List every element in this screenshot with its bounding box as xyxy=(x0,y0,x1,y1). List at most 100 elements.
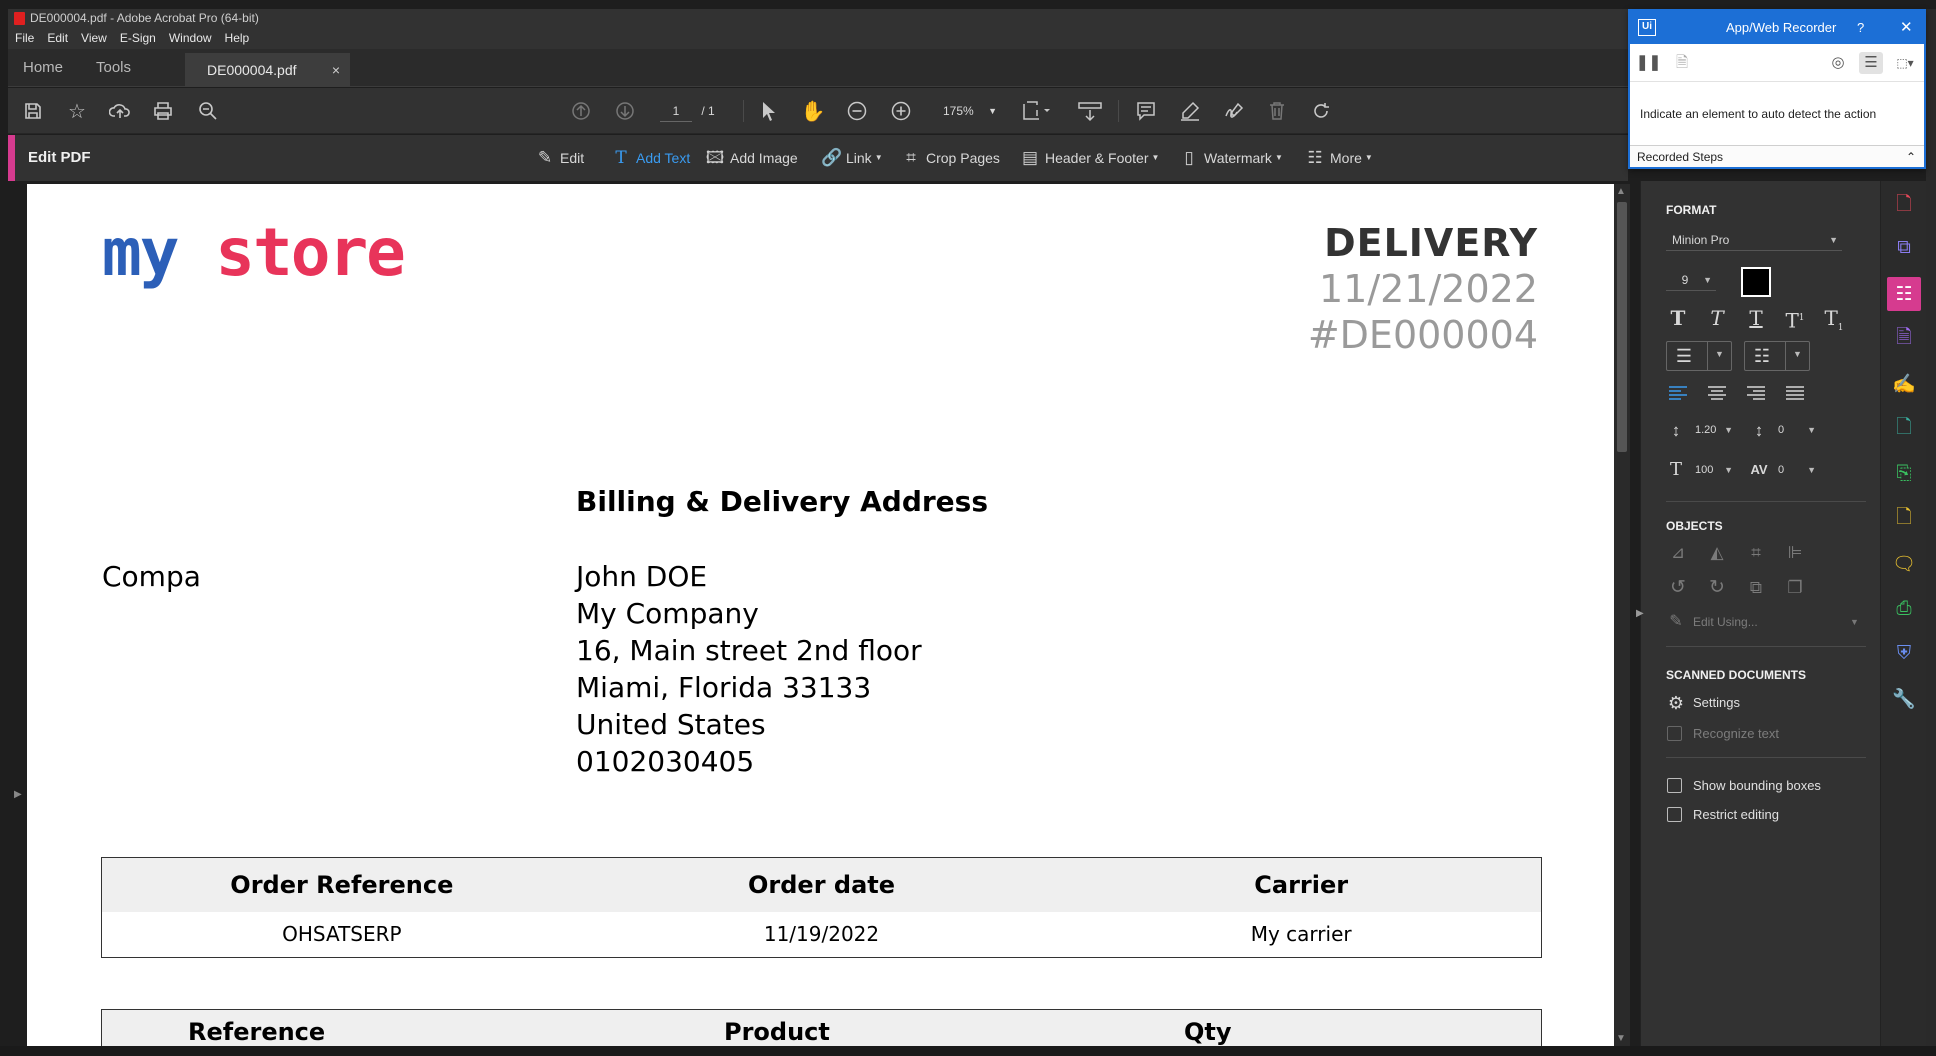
tab-home[interactable]: Home xyxy=(23,49,63,87)
watermark-button[interactable]: ▯ Watermark ▼ xyxy=(1179,135,1283,181)
font-family-select[interactable]: Minion Pro ▼ xyxy=(1666,229,1842,251)
menu-view[interactable]: View xyxy=(81,28,107,49)
show-bounding-boxes-checkbox[interactable] xyxy=(1667,778,1682,793)
pause-icon[interactable]: ❚❚ xyxy=(1636,52,1661,74)
gear-icon[interactable]: ⚙ xyxy=(1663,690,1689,716)
save-icon[interactable] xyxy=(20,98,46,124)
steps-list-icon[interactable]: ☰ xyxy=(1859,52,1883,74)
align-center-icon[interactable] xyxy=(1704,381,1730,407)
bookmark-star-icon[interactable]: ☆ xyxy=(64,98,90,124)
scroll-down-icon[interactable]: ▼ xyxy=(1616,1033,1626,1044)
underline-text-icon[interactable]: T xyxy=(1743,305,1769,331)
numbered-list-control[interactable]: ☷ ▼ xyxy=(1744,341,1810,371)
send-for-comments-icon[interactable]: 🗋 xyxy=(1887,502,1921,536)
zoom-search-icon[interactable] xyxy=(195,98,221,124)
menu-help[interactable]: Help xyxy=(225,28,250,49)
save-steps-icon[interactable]: 🗎 xyxy=(1670,52,1694,74)
paragraph-spacing-select[interactable]: 0 ▼ xyxy=(1772,419,1820,441)
superscript-icon[interactable]: T1 xyxy=(1782,305,1808,334)
pdf-page[interactable]: my store DELIVERY 11/21/2022 #DE000004 B… xyxy=(27,184,1614,1054)
collapse-panel-icon[interactable]: ▶ xyxy=(1636,608,1644,619)
export-pdf-icon[interactable]: ⎘ xyxy=(1887,457,1921,491)
organize-pages-icon[interactable]: 🗎 xyxy=(1887,322,1921,356)
more-tools-icon[interactable]: 🔧 xyxy=(1887,682,1921,716)
flip-horizontal-icon[interactable]: ◭ xyxy=(1704,540,1730,566)
italic-text-icon[interactable]: T xyxy=(1704,305,1730,331)
edit-using-select[interactable]: Edit Using... xyxy=(1693,615,1758,629)
text-color-swatch[interactable] xyxy=(1741,267,1771,297)
line-spacing-select[interactable]: 1.20 ▼ xyxy=(1689,419,1737,441)
bullet-list-control[interactable]: ☰ ▼ xyxy=(1666,341,1732,371)
crop-pages-button[interactable]: ⌗ Crop Pages xyxy=(901,135,1000,181)
document-scrollbar[interactable]: ▲ ▼ xyxy=(1614,184,1630,1046)
edit-pdf-icon[interactable]: ☷ xyxy=(1887,277,1921,311)
highlight-pen-icon[interactable] xyxy=(1177,98,1203,124)
rotate-right-icon[interactable]: ↻ xyxy=(1704,575,1730,601)
sign-pen-icon[interactable] xyxy=(1221,98,1247,124)
menu-file[interactable]: File xyxy=(15,28,34,49)
scrollbar-thumb[interactable] xyxy=(1617,202,1627,452)
recording-options-icon[interactable]: ⬚▾ xyxy=(1890,52,1920,74)
menu-window[interactable]: Window xyxy=(169,28,212,49)
comment-icon[interactable] xyxy=(1133,98,1159,124)
tab-document[interactable]: DE000004.pdf × xyxy=(185,53,350,87)
create-pdf-icon[interactable]: 🗋 xyxy=(1887,189,1921,223)
combine-files-icon[interactable]: ⧉ xyxy=(1887,231,1921,265)
align-left-icon[interactable] xyxy=(1665,381,1691,407)
more-button[interactable]: ☷ More ▼ xyxy=(1305,135,1372,181)
rotate-left-icon[interactable]: ↺ xyxy=(1665,575,1691,601)
cloud-upload-icon[interactable] xyxy=(107,98,133,124)
page-fit-icon[interactable] xyxy=(1020,98,1054,124)
recognize-text-checkbox[interactable] xyxy=(1667,726,1682,741)
horizontal-scale-select[interactable]: 100 ▼ xyxy=(1689,459,1737,481)
replace-image-icon[interactable]: ⧉ xyxy=(1743,575,1769,601)
add-text-button[interactable]: T Add Text xyxy=(611,135,690,181)
previous-page-icon[interactable] xyxy=(568,98,594,124)
delete-trash-icon[interactable] xyxy=(1264,98,1290,124)
scroll-mode-icon[interactable] xyxy=(1075,98,1105,124)
align-justify-icon[interactable] xyxy=(1782,381,1808,407)
align-objects-icon[interactable]: ⊫ xyxy=(1782,540,1808,566)
font-size-select[interactable]: 9 ▼ xyxy=(1666,269,1716,291)
align-right-icon[interactable] xyxy=(1743,381,1769,407)
menu-edit[interactable]: Edit xyxy=(47,28,68,49)
zoom-in-icon[interactable] xyxy=(888,98,914,124)
arrange-objects-icon[interactable]: ❐ xyxy=(1782,575,1808,601)
flip-vertical-icon[interactable]: ⊿ xyxy=(1665,540,1691,566)
link-button[interactable]: 🔗 Link ▼ xyxy=(821,135,883,181)
request-signature-icon[interactable]: 🗋 xyxy=(1887,412,1921,446)
comment-tool-icon[interactable]: 🗨 xyxy=(1887,547,1921,581)
header-footer-button[interactable]: ▤ Header & Footer ▼ xyxy=(1020,135,1159,181)
add-image-button[interactable]: 🖾 Add Image xyxy=(705,135,798,181)
print-production-icon[interactable]: ⎙ xyxy=(1887,592,1921,626)
address-block: John DOE My Company 16, Main street 2nd … xyxy=(576,558,922,780)
select-pointer-icon[interactable] xyxy=(756,98,782,124)
character-spacing-select[interactable]: 0 ▼ xyxy=(1772,459,1820,481)
crop-image-icon[interactable]: ⌗ xyxy=(1743,540,1769,566)
fill-sign-icon[interactable]: ✍ xyxy=(1887,367,1921,401)
recorded-steps-header[interactable]: Recorded Steps ⌃ xyxy=(1630,145,1924,167)
page-number-input[interactable]: 1 xyxy=(660,100,692,122)
edit-button[interactable]: ✎ Edit xyxy=(535,135,584,181)
zoom-out-icon[interactable] xyxy=(844,98,870,124)
target-detect-icon[interactable]: ◎ xyxy=(1826,52,1850,74)
protect-shield-icon[interactable]: ⛨ xyxy=(1887,637,1921,671)
rotate-icon[interactable] xyxy=(1308,98,1334,124)
hand-tool-icon[interactable]: ✋ xyxy=(800,98,826,124)
close-icon[interactable]: ✕ xyxy=(1900,11,1913,44)
print-icon[interactable] xyxy=(150,98,176,124)
window-scrollbar[interactable] xyxy=(1926,9,1936,1056)
tab-tools[interactable]: Tools xyxy=(96,49,131,87)
bold-text-icon[interactable]: T xyxy=(1665,305,1691,331)
next-page-icon[interactable] xyxy=(612,98,638,124)
close-tab-icon[interactable]: × xyxy=(332,53,340,87)
settings-link[interactable]: Settings xyxy=(1693,695,1740,710)
tools-rail: 🗋 ⧉ ☷ 🗎 ✍ 🗋 ⎘ 🗋 🗨 ⎙ ⛨ 🔧 xyxy=(1880,181,1926,1056)
subscript-icon[interactable]: T1 xyxy=(1821,305,1847,341)
left-panel-toggle-icon[interactable]: ▶ xyxy=(14,789,22,800)
scroll-up-icon[interactable]: ▲ xyxy=(1616,186,1626,197)
restrict-editing-checkbox[interactable] xyxy=(1667,807,1682,822)
menu-esign[interactable]: E-Sign xyxy=(120,28,156,49)
zoom-level-select[interactable]: 175% ▼ xyxy=(933,100,1001,122)
help-icon[interactable]: ? xyxy=(1857,11,1864,44)
